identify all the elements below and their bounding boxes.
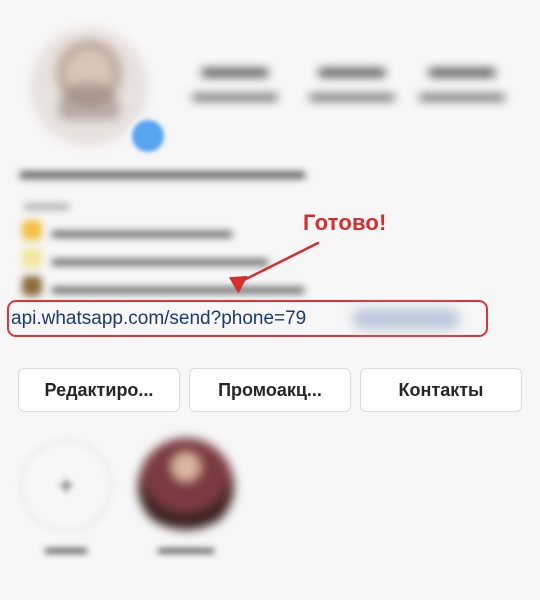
profile-name: ▬▬▬▬▬▬▬▬▬▬▬▬▬▬▬ — [20, 162, 305, 183]
new-highlight-button[interactable]: + — [20, 440, 112, 532]
story-highlight-label: ▬▬▬▬ — [158, 540, 214, 556]
bio-emoji-icon — [22, 276, 42, 296]
profile-category: ▬▬▬ — [24, 196, 69, 213]
bio-link-hidden-digits — [352, 309, 460, 329]
bio-line: ▬▬▬▬▬▬▬▬▬▬▬▬ — [22, 248, 268, 270]
contacts-button[interactable]: Контакты — [360, 368, 522, 412]
stat-following-count: ▬▬▬ — [429, 56, 495, 81]
stat-followers-label: ▬▬▬▬▬ — [309, 85, 395, 104]
new-highlight-label: ▬▬▬ — [45, 540, 87, 556]
edit-profile-button[interactable]: Редактиро... — [18, 368, 180, 412]
annotation-label: Готово! — [303, 210, 387, 235]
bio-emoji-icon — [22, 248, 42, 268]
story-highlight[interactable] — [138, 438, 234, 534]
stat-following[interactable]: ▬▬▬ ▬▬▬▬▬ — [412, 55, 512, 107]
stat-posts[interactable]: ▬▬▬ ▬▬▬▬▬ — [185, 55, 285, 107]
bio-line: ▬▬▬▬▬▬▬▬▬▬▬▬▬▬ — [22, 276, 304, 298]
promotions-button[interactable]: Промоакц... — [189, 368, 351, 412]
profile-avatar[interactable] — [30, 28, 148, 146]
stat-following-label: ▬▬▬▬▬ — [419, 85, 505, 104]
bio-emoji-icon — [22, 220, 42, 240]
bio-line: ▬▬▬▬▬▬▬▬▬▬ — [22, 220, 232, 242]
plus-icon: + — [57, 470, 75, 501]
verified-check-icon — [132, 120, 164, 152]
stat-posts-count: ▬▬▬ — [202, 56, 268, 81]
stat-posts-label: ▬▬▬▬▬ — [192, 85, 278, 104]
stat-followers-count: ▬▬▬ — [319, 56, 385, 81]
instagram-profile-screen: ▬▬▬ ▬▬▬▬▬ ▬▬▬ ▬▬▬▬▬ ▬▬▬ ▬▬▬▬▬ ▬▬▬▬▬▬▬▬▬▬… — [0, 0, 540, 600]
bio-link[interactable]: api.whatsapp.com/send?phone=79 — [11, 305, 306, 333]
stat-followers[interactable]: ▬▬▬ ▬▬▬▬▬ — [302, 55, 402, 107]
avatar-face-shape — [58, 82, 120, 120]
